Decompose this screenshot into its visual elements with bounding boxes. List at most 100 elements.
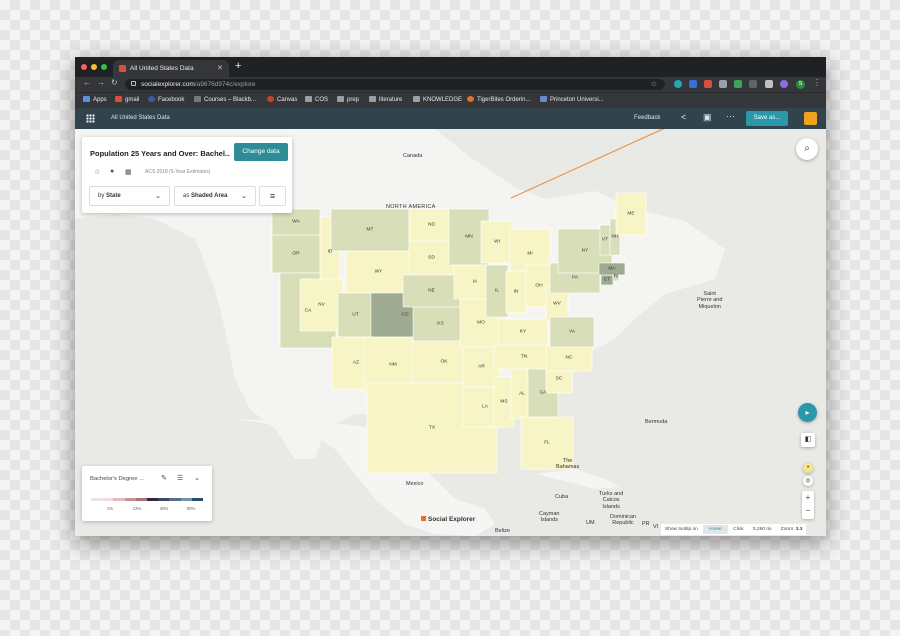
legend-tick: 40% [159, 506, 169, 511]
state-label-wv: WV [553, 301, 561, 307]
legend-tick: 13% [132, 506, 142, 511]
state-label-ut: UT [352, 312, 359, 318]
bookmark-knowledge[interactable]: KNOWLEDGE [413, 96, 462, 103]
browser-window: All United States Data ✕ + ← → ↻ sociale… [75, 57, 826, 536]
state-label-il: IL [494, 288, 500, 294]
collapse-chevron-icon[interactable]: ⌄ [194, 474, 200, 482]
state-label-ne: NE [428, 288, 435, 294]
extension-icon[interactable] [734, 80, 742, 88]
state-label-nc: NC [565, 355, 573, 361]
legend-title[interactable]: Bachelor's Degree ... [90, 476, 155, 482]
bookmark-gmail[interactable]: gmail [115, 96, 139, 103]
state-label-wi: WI [494, 239, 500, 245]
extension-icon[interactable] [719, 80, 727, 88]
map-label-um: UM [586, 520, 595, 526]
extension-icon[interactable] [689, 80, 697, 88]
new-tab-button[interactable]: + [235, 60, 241, 72]
geography-value: State [106, 193, 121, 199]
browser-menu-icon[interactable]: ⋮ [813, 78, 821, 87]
bookmark-cos[interactable]: COS [305, 96, 328, 103]
url-field[interactable]: socialexplorer.com/a9676d974c/explore ☆ [125, 79, 665, 90]
edit-pencil-icon[interactable]: ✎ [161, 474, 167, 482]
geography-select[interactable]: by State ⌄ [89, 186, 170, 206]
map-label-turks: Turks and Caicos Islands [599, 491, 624, 510]
maximize-window-button[interactable] [101, 64, 107, 70]
state-label-in: IN [513, 289, 519, 295]
menu-icon[interactable]: ≡ [259, 186, 286, 206]
present-mode-icon[interactable]: ▸ [798, 403, 817, 422]
profile-avatar[interactable]: S [796, 80, 805, 89]
reload-icon[interactable]: ↻ [111, 78, 118, 87]
legend-swatch [147, 498, 159, 501]
data-panel: Population 25 Years and Over: Bachel... … [82, 137, 292, 213]
tab-title: All United States Data [130, 65, 194, 72]
embed-icon[interactable]: ▣ [703, 112, 712, 123]
share-icon[interactable]: < [681, 112, 686, 122]
window-controls [81, 64, 107, 70]
bookmark-literature[interactable]: literature [369, 96, 402, 103]
chevron-down-icon: ⌄ [155, 193, 161, 200]
bookmark-prep[interactable]: prep [337, 96, 359, 103]
state-label-nv: NV [318, 302, 325, 308]
locate-icon[interactable]: ◎ [803, 476, 813, 486]
extension-icon[interactable] [749, 80, 757, 88]
browser-tab[interactable]: All United States Data ✕ [113, 60, 229, 77]
state-label-al: AL [519, 391, 525, 397]
legend-color-ramp [91, 498, 204, 501]
bookmark-princeton[interactable]: Princeton Universi... [540, 96, 604, 103]
more-options-icon[interactable]: ··· [726, 111, 735, 121]
apps-grid-icon[interactable] [86, 114, 95, 123]
map-label-bahamas: The Bahamas [556, 458, 580, 471]
extension-icon[interactable] [780, 80, 788, 88]
legend-list-icon[interactable]: ☰ [177, 474, 183, 482]
bookmark-star-icon[interactable]: ☆ [651, 80, 657, 88]
bookmark-canvas[interactable]: Canvas [267, 96, 297, 103]
visualization-select[interactable]: as Shaded Area ⌄ [174, 186, 256, 206]
map-label-bermuda: Bermuda [645, 419, 668, 425]
state-label-ar: AR [478, 364, 485, 370]
state-label-vt: VT [601, 237, 609, 243]
zoom-in-button[interactable]: + [802, 491, 814, 504]
state-label-ky: KY [519, 329, 527, 335]
project-title: All United States Data [111, 115, 170, 121]
by-prefix: by [98, 193, 105, 199]
save-as-button[interactable]: Save as... [746, 111, 788, 126]
state-label-wa: WA [292, 219, 300, 225]
close-window-button[interactable] [81, 64, 87, 70]
map-view[interactable]: Canada NORTH AMERICA Saint Pierre and Mi… [75, 129, 826, 536]
bookmark-courses[interactable]: Courses – Blackb... [194, 96, 256, 103]
state-label-ks: KS [437, 321, 444, 327]
zoom-out-button[interactable]: − [802, 504, 814, 517]
minimize-window-button[interactable] [91, 64, 97, 70]
back-icon[interactable]: ← [83, 78, 91, 87]
bookmark-apps[interactable]: Apps [83, 96, 107, 103]
extension-icon[interactable] [704, 80, 712, 88]
tooltip-hover-toggle[interactable]: Hover [703, 525, 728, 534]
extension-icon[interactable] [674, 80, 682, 88]
search-icon[interactable]: ⌕ [796, 138, 818, 160]
lightbulb-icon[interactable]: • [803, 463, 813, 473]
data-title[interactable]: Population 25 Years and Over: Bachel... [90, 149, 230, 158]
layers-toggle-icon[interactable]: ◧ [801, 433, 815, 447]
map-label-pr: PR [642, 521, 650, 527]
lock-icon [131, 81, 136, 86]
social-explorer-badge-icon[interactable] [804, 112, 817, 125]
state-label-tn: TN [520, 354, 528, 360]
calendar-icon[interactable]: ▦ [125, 168, 132, 176]
state-label-la: LA [482, 404, 488, 410]
bookmark-facebook[interactable]: Facebook [148, 96, 184, 103]
star-icon[interactable]: ☆ [94, 168, 100, 176]
tab-close-icon[interactable]: ✕ [217, 64, 223, 72]
puzzle-extensions-icon[interactable] [765, 80, 773, 88]
tooltip-click-toggle[interactable]: Click [733, 527, 743, 532]
map-label-saint-pierre: Saint Pierre and Miquelon [697, 291, 723, 310]
change-data-button[interactable]: Change data [234, 143, 288, 161]
feedback-link[interactable]: Feedback [634, 115, 660, 121]
bookmark-tigerbites[interactable]: TigerBites Orderin... [467, 96, 530, 103]
state-label-me: ME [627, 211, 635, 217]
info-icon[interactable]: ● [110, 168, 114, 175]
state-label-mi: MI [527, 251, 533, 257]
state-label-sc: SC [555, 376, 563, 382]
forward-icon[interactable]: → [97, 78, 105, 87]
state-label-ny: NY [581, 248, 589, 254]
